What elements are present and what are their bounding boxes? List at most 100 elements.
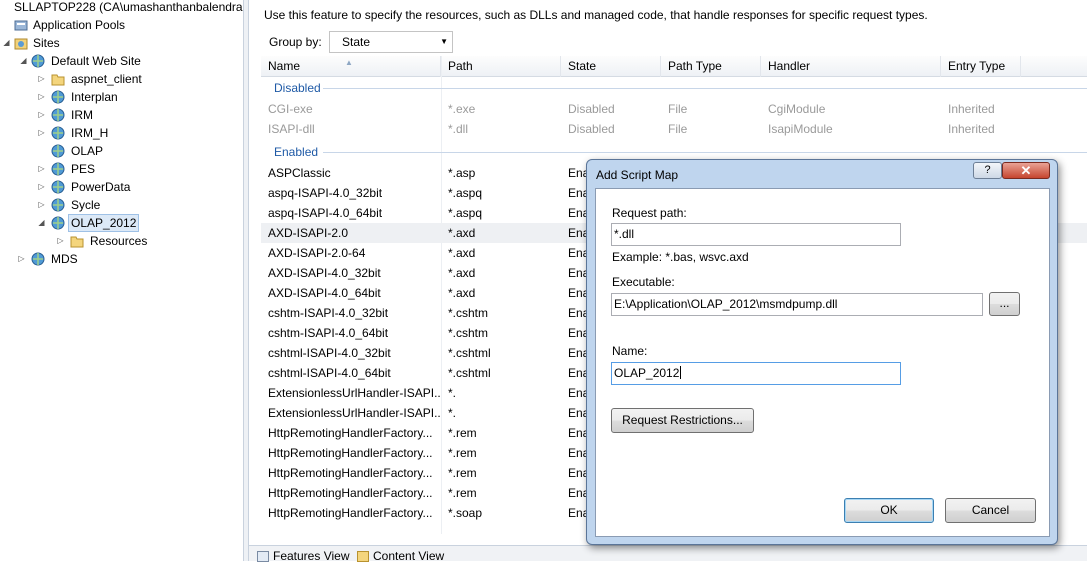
cell-path: *.rem [448, 426, 477, 440]
cell-path: *.asp [448, 166, 476, 180]
column-header-state[interactable]: State [561, 56, 661, 77]
browse-button[interactable]: ... [989, 292, 1020, 316]
cell-path: *.rem [448, 466, 477, 480]
group-divider [323, 88, 1087, 89]
tree-node-label: Application Pools [33, 18, 126, 32]
sort-ascending-icon: ▲ [345, 58, 353, 67]
request-path-example: Example: *.bas, wsvc.axd [612, 250, 749, 264]
tree-node-label: Resources [90, 234, 148, 248]
connections-tree: SLLAPTOP228 (CA\umashanthanbalendran App… [0, 0, 243, 561]
cell-name: cshtml-ISAPI-4.0_32bit [268, 346, 391, 360]
cell-path: *.aspq [448, 206, 483, 220]
cell-name: ISAPI-dll [268, 122, 315, 136]
cell-name: ExtensionlessUrlHandler-ISAPI... [268, 406, 441, 420]
cell-name: aspq-ISAPI-4.0_64bit [268, 206, 383, 220]
sites-folder-icon [14, 36, 28, 50]
cell-name: ASPClassic [268, 166, 331, 180]
expand-arrow-icon[interactable]: ▷ [37, 124, 46, 142]
column-header-name[interactable]: Name ▲ [261, 56, 441, 77]
cell-path: *.rem [448, 446, 477, 460]
cell-name: AXD-ISAPI-2.0 [268, 226, 349, 240]
tree-node-label: PES [71, 162, 96, 176]
request-path-input[interactable]: *.dll [611, 223, 901, 246]
cell-path: *.dll [448, 122, 469, 136]
executable-label: Executable: [612, 275, 675, 289]
cell-path: *.cshtml [448, 346, 491, 360]
group-header-enabled[interactable]: Enabled [261, 142, 318, 162]
cell-path: *.axd [448, 246, 476, 260]
cell-handler: CgiModule [768, 102, 826, 116]
group-by-select[interactable]: State ▼ [329, 31, 453, 53]
application-globe-icon [51, 90, 65, 104]
help-button[interactable]: ? [973, 162, 1002, 179]
add-script-map-dialog: Add Script Map ? ✕ Request path: *.dll E… [586, 159, 1058, 545]
column-header-label: Handler [768, 59, 811, 73]
cell-name: cshtm-ISAPI-4.0_64bit [268, 326, 389, 340]
expand-arrow-icon[interactable]: ▷ [37, 70, 46, 88]
tree-node-label: OLAP [71, 144, 104, 158]
cell-entry-type: Inherited [948, 122, 995, 136]
executable-input[interactable]: E:\Application\OLAP_2012\msmdpump.dll [611, 293, 983, 316]
name-input-value: OLAP_2012 [614, 366, 680, 380]
table-row[interactable]: ISAPI-dll *.dll Disabled File IsapiModule Inh… [261, 119, 1087, 139]
group-by-value: State [342, 35, 371, 49]
ok-button[interactable]: OK [844, 498, 934, 523]
expand-arrow-icon[interactable]: ▷ [37, 160, 46, 178]
cell-path: *.exe [448, 102, 476, 116]
cell-name: HttpRemotingHandlerFactory... [268, 466, 433, 480]
expand-arrow-icon[interactable]: ▷ [37, 196, 46, 214]
globe-icon [31, 54, 45, 68]
collapse-arrow-icon[interactable]: ◢ [19, 52, 28, 70]
cell-state: Disabled [568, 102, 615, 116]
application-globe-icon [51, 216, 65, 230]
tree-node-label: MDS [51, 252, 78, 266]
tree-node-label: Interplan [71, 90, 118, 104]
dialog-body: Request path: *.dll Example: *.bas, wsvc… [595, 188, 1050, 537]
globe-icon [31, 252, 45, 266]
application-globe-icon [51, 126, 65, 140]
text-caret [680, 366, 682, 379]
cell-path: *.axd [448, 226, 476, 240]
name-input[interactable]: OLAP_2012 [611, 362, 901, 385]
cell-path: *.rem [448, 486, 477, 500]
folder-icon [70, 234, 84, 248]
column-header-label: Entry Type [948, 59, 1006, 73]
expand-arrow-icon[interactable]: ▷ [37, 106, 46, 124]
cell-path: *.axd [448, 286, 476, 300]
expand-arrow-icon[interactable]: ▷ [17, 250, 26, 268]
grid-header: Name ▲ Path State Path Type Handler Entr… [261, 56, 1087, 77]
tree-node-label: IRM [71, 108, 93, 122]
column-header-label: Name [268, 59, 301, 73]
table-row[interactable]: CGI-exe *.exe Disabled File CgiModule Inherit… [261, 99, 1087, 119]
cancel-button[interactable]: Cancel [945, 498, 1036, 523]
content-view-icon [357, 551, 369, 562]
column-header-path[interactable]: Path [441, 56, 561, 77]
request-restrictions-button[interactable]: Request Restrictions... [611, 408, 754, 433]
expand-arrow-icon[interactable]: ▷ [56, 232, 65, 250]
cell-entry-type: Inherited [948, 102, 995, 116]
cell-name: HttpRemotingHandlerFactory... [268, 426, 433, 440]
cell-name: HttpRemotingHandlerFactory... [268, 446, 433, 460]
column-header-path-type[interactable]: Path Type [661, 56, 761, 77]
close-button[interactable]: ✕ [1002, 162, 1050, 179]
tree-node-label: SLLAPTOP228 (CA\umashanthanbalendran [14, 0, 243, 14]
app-pool-icon [14, 18, 28, 32]
cell-path: *.cshtml [448, 366, 491, 380]
collapse-arrow-icon[interactable]: ◢ [2, 34, 11, 52]
cell-name: HttpRemotingHandlerFactory... [268, 486, 433, 500]
column-header-entry-type[interactable]: Entry Type [941, 56, 1021, 77]
cell-path-type: File [668, 122, 688, 136]
column-header-label: Path [448, 59, 473, 73]
expand-arrow-icon[interactable]: ▷ [37, 178, 46, 196]
feature-description: Use this feature to specify the resource… [264, 8, 928, 22]
cell-name: aspq-ISAPI-4.0_32bit [268, 186, 383, 200]
cell-name: HttpRemotingHandlerFactory... [268, 506, 433, 520]
application-globe-icon [51, 108, 65, 122]
group-header-disabled[interactable]: Disabled [261, 78, 321, 98]
tree-node-label: Sycle [71, 198, 101, 212]
cell-path: *. [448, 406, 457, 420]
collapse-arrow-icon[interactable]: ◢ [37, 214, 46, 232]
column-header-handler[interactable]: Handler [761, 56, 941, 77]
cell-name: ExtensionlessUrlHandler-ISAPI... [268, 386, 441, 400]
expand-arrow-icon[interactable]: ▷ [37, 88, 46, 106]
